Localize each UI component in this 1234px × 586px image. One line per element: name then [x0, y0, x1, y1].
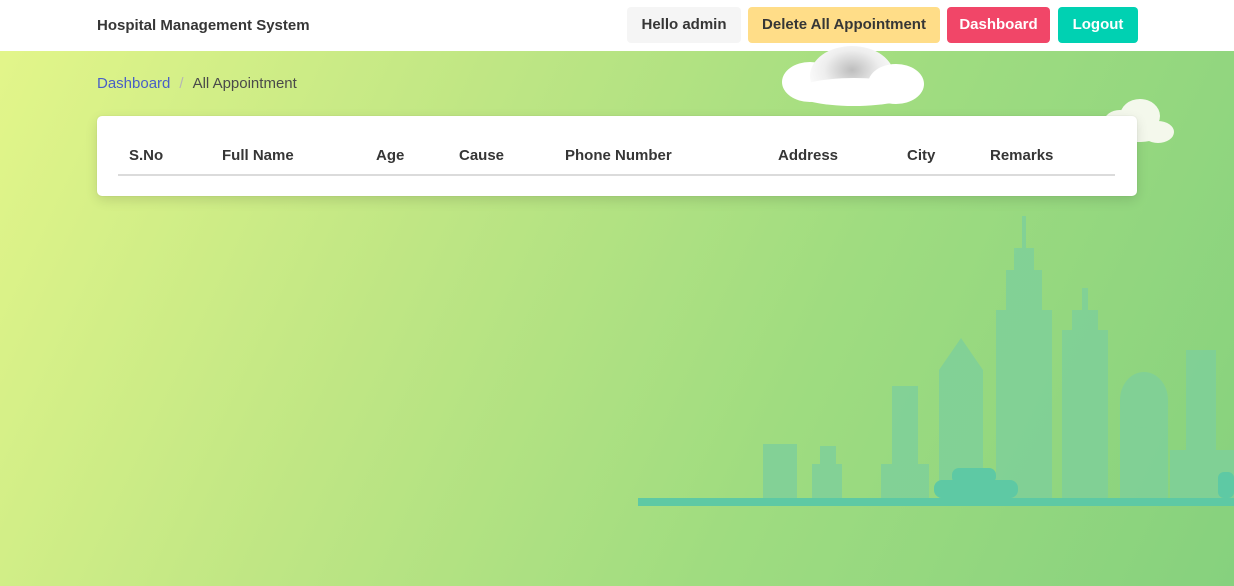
greeting-button[interactable]: Hello admin [627, 7, 741, 43]
column-header-remarks: Remarks [990, 147, 1054, 164]
top-navbar: Hospital Management System Hello admin D… [0, 0, 1234, 51]
cloud-illustration [782, 46, 924, 106]
breadcrumb-current: All Appointment [192, 75, 297, 92]
appointments-table-card: S.No Full Name Age Cause Phone Number Ad… [97, 116, 1137, 196]
city-skyline-illustration [638, 216, 1234, 506]
dashboard-button[interactable]: Dashboard [947, 7, 1050, 43]
logout-button[interactable]: Logout [1058, 7, 1138, 43]
column-header-sno: S.No [129, 147, 164, 164]
breadcrumb-separator: / [179, 75, 184, 92]
column-header-cause: Cause [459, 147, 505, 164]
delete-all-appointment-button[interactable]: Delete All Appointment [748, 7, 940, 43]
breadcrumb: Dashboard / All Appointment [97, 75, 297, 92]
table-header-row: S.No Full Name Age Cause Phone Number Ad… [118, 138, 1115, 176]
brand-title[interactable]: Hospital Management System [97, 17, 310, 34]
column-header-address: Address [778, 147, 839, 164]
column-header-age: Age [376, 147, 405, 164]
column-header-full-name: Full Name [222, 147, 294, 164]
column-header-phone-number: Phone Number [565, 147, 672, 164]
breadcrumb-dashboard-link[interactable]: Dashboard [97, 75, 170, 92]
column-header-city: City [907, 147, 936, 164]
